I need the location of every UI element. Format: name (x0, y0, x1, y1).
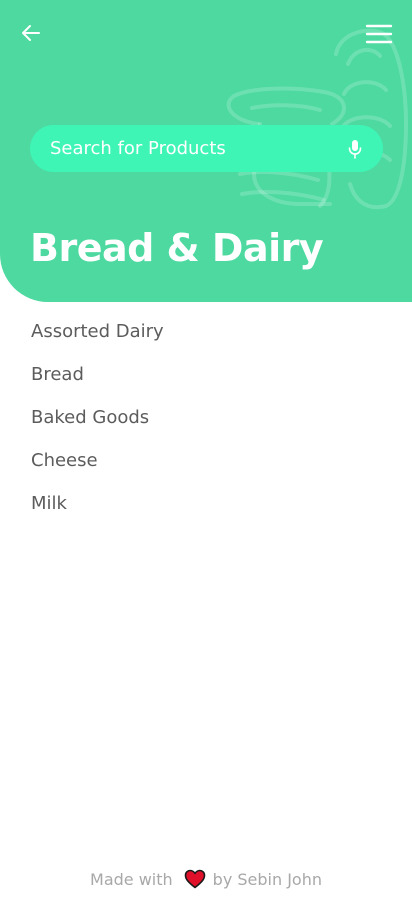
microphone-icon (348, 139, 362, 159)
footer: Made with by Sebin John (0, 866, 412, 892)
app-screen: Bread & Dairy Assorted Dairy Bread Baked… (0, 0, 412, 902)
category-item-bread[interactable]: Bread (0, 356, 412, 399)
bread-loaf-icon (226, 28, 409, 210)
header: Bread & Dairy (0, 0, 412, 302)
category-item-cheese[interactable]: Cheese (0, 442, 412, 485)
category-list: Assorted Dairy Bread Baked Goods Cheese … (0, 313, 412, 528)
category-item-assorted-dairy[interactable]: Assorted Dairy (0, 313, 412, 356)
category-item-milk[interactable]: Milk (0, 485, 412, 528)
menu-button[interactable] (362, 20, 396, 48)
search-bar (30, 125, 383, 172)
hamburger-menu-icon (365, 24, 393, 44)
search-input[interactable] (50, 138, 345, 159)
mic-button[interactable] (345, 137, 365, 161)
footer-prefix: Made with (90, 869, 173, 889)
heart-icon (183, 868, 207, 890)
footer-suffix: by Sebin John (212, 869, 322, 889)
back-button[interactable] (16, 18, 46, 48)
page-title: Bread & Dairy (30, 226, 324, 270)
arrow-left-icon (22, 25, 40, 41)
category-item-baked-goods[interactable]: Baked Goods (0, 399, 412, 442)
